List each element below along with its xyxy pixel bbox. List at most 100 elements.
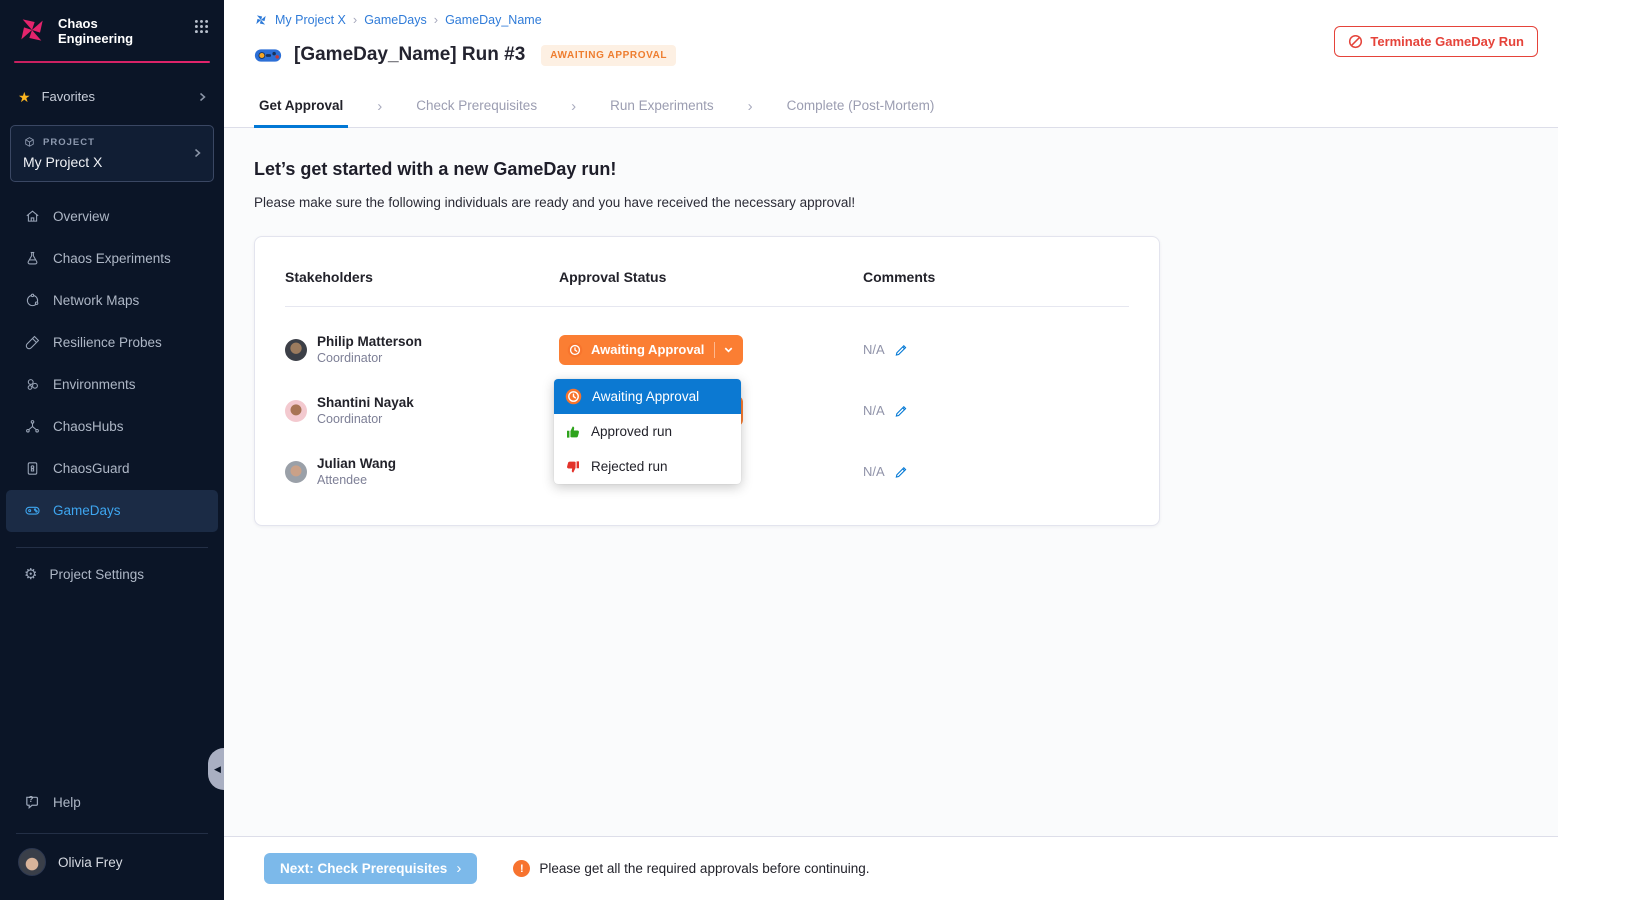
tab-separator-chevron: ›	[748, 85, 753, 127]
chevron-right-icon	[196, 91, 208, 103]
cube-icon	[23, 136, 36, 149]
warning-text: Please get all the required approvals be…	[539, 861, 869, 876]
sidebar-divider	[16, 547, 208, 548]
edit-comment-pencil-icon[interactable]	[894, 343, 908, 357]
nav-label: Overview	[53, 209, 109, 224]
sidebar-item-environments[interactable]: Environments	[6, 364, 218, 406]
nav-label: Chaos Experiments	[53, 251, 171, 266]
nav-label: ChaosHubs	[53, 419, 124, 434]
right-gutter	[1558, 0, 1642, 900]
page-content: Let’s get started with a new GameDay run…	[224, 128, 1558, 836]
brand-line1: Chaos	[58, 16, 133, 31]
main-column: My Project X › GameDays › GameDay_Name […	[224, 0, 1558, 900]
tab-label: Get Approval	[259, 98, 343, 113]
status-cell: Awaiting Approval	[559, 335, 863, 365]
tab-run-experiments[interactable]: Run Experiments	[605, 85, 719, 128]
chevron-right-icon: ›	[456, 860, 461, 877]
user-name: Olivia Frey	[58, 855, 123, 870]
help-chat-icon: ?	[24, 794, 41, 811]
tab-label: Complete (Post-Mortem)	[787, 98, 935, 113]
sidebar-item-overview[interactable]: Overview	[6, 196, 218, 238]
user-profile[interactable]: Olivia Frey	[0, 834, 224, 900]
nav-label: GameDays	[53, 503, 121, 518]
tab-label: Run Experiments	[610, 98, 714, 113]
sidebar-item-project-settings[interactable]: ⚙ Project Settings	[6, 554, 218, 596]
sidebar-item-help[interactable]: ? Help	[6, 781, 218, 823]
collapse-arrow-icon: ◀	[214, 765, 221, 774]
page-header: My Project X › GameDays › GameDay_Name […	[224, 0, 1558, 85]
network-map-icon	[24, 292, 41, 309]
breadcrumb-project[interactable]: My Project X	[275, 13, 346, 27]
nav-label: Network Maps	[53, 293, 139, 308]
breadcrumb-logo-icon	[254, 13, 268, 27]
module-switcher-grid-icon[interactable]	[193, 18, 210, 40]
question-mark-glyph: ?	[24, 794, 38, 805]
menu-item-label: Approved run	[591, 424, 672, 439]
column-approval-status: Approval Status	[559, 269, 863, 285]
awaiting-clock-icon	[565, 388, 582, 405]
breadcrumb-gamedays[interactable]: GameDays	[364, 13, 427, 27]
table-header-row: Stakeholders Approval Status Comments	[285, 269, 1129, 285]
sidebar-item-network-maps[interactable]: Network Maps	[6, 280, 218, 322]
menu-item-approved-run[interactable]: Approved run	[554, 414, 741, 449]
star-icon: ★	[18, 90, 31, 104]
sidebar-nav: Overview Chaos Experiments Network Maps …	[0, 196, 224, 532]
chevron-down-icon	[723, 344, 734, 355]
breadcrumb: My Project X › GameDays › GameDay_Name	[254, 12, 1558, 27]
comment-cell: N/A	[863, 342, 1129, 357]
stakeholder-name: Shantini Nayak	[317, 394, 414, 411]
environments-icon	[24, 376, 41, 393]
sidebar-header: Chaos Engineering	[0, 0, 224, 59]
approval-status-menu: Awaiting Approval Approved run	[554, 379, 741, 484]
column-comments: Comments	[863, 269, 1129, 285]
menu-item-awaiting-approval[interactable]: Awaiting Approval	[554, 379, 741, 414]
sidebar-item-chaoshubs[interactable]: ChaosHubs	[6, 406, 218, 448]
flask-icon	[24, 250, 41, 267]
breadcrumb-separator: ›	[434, 12, 438, 27]
probe-icon	[24, 334, 41, 351]
sidebar-item-gamedays[interactable]: GameDays	[6, 490, 218, 532]
comment-value: N/A	[863, 342, 885, 357]
sidebar-item-resilience-probes[interactable]: Resilience Probes	[6, 322, 218, 364]
sidebar-item-favorites[interactable]: ★ Favorites	[18, 85, 208, 109]
column-stakeholders: Stakeholders	[285, 269, 559, 285]
breadcrumb-gameday-name[interactable]: GameDay_Name	[445, 13, 542, 27]
edit-comment-pencil-icon[interactable]	[894, 404, 908, 418]
table-row: Philip Matterson Coordinator Awaiting Ap…	[285, 319, 1129, 380]
favorites-label: Favorites	[42, 89, 95, 104]
comment-value: N/A	[863, 403, 885, 418]
app-root: Chaos Engineering ★ Favorites	[0, 0, 1642, 900]
page-title: [GameDay_Name] Run #3	[294, 44, 525, 66]
status-label: Awaiting Approval	[591, 342, 706, 357]
stepper-tabs: Get Approval › Check Prerequisites › Run…	[224, 85, 1558, 128]
awaiting-clock-icon	[567, 342, 583, 358]
stakeholder-role: Coordinator	[317, 411, 414, 427]
project-selector[interactable]: PROJECT My Project X	[10, 125, 214, 182]
approval-status-dropdown-button[interactable]: Awaiting Approval	[559, 335, 743, 365]
tab-complete-post-mortem[interactable]: Complete (Post-Mortem)	[782, 85, 940, 128]
footer-bar: Next: Check Prerequisites › ! Please get…	[224, 836, 1558, 900]
button-divider	[714, 342, 715, 358]
next-label: Next: Check Prerequisites	[280, 861, 447, 876]
nav-label: ChaosGuard	[53, 461, 130, 476]
gamepad-icon	[24, 502, 41, 519]
sidebar-collapse-handle[interactable]: ◀	[208, 748, 224, 790]
edit-comment-pencil-icon[interactable]	[894, 465, 908, 479]
nav-label: Environments	[53, 377, 136, 392]
menu-item-rejected-run[interactable]: Rejected run	[554, 449, 741, 484]
tab-check-prerequisites[interactable]: Check Prerequisites	[411, 85, 542, 128]
sidebar-item-chaos-experiments[interactable]: Chaos Experiments	[6, 238, 218, 280]
main-area: My Project X › GameDays › GameDay_Name […	[224, 0, 1642, 900]
stakeholder-cell: Julian Wang Attendee	[285, 455, 559, 488]
table-divider	[285, 306, 1129, 307]
nav-label: Help	[53, 795, 81, 810]
avatar	[285, 339, 307, 361]
thumbs-up-icon	[565, 424, 581, 440]
terminate-gameday-run-button[interactable]: Terminate GameDay Run	[1334, 26, 1538, 57]
sidebar-item-chaosguard[interactable]: ChaosGuard	[6, 448, 218, 490]
tab-get-approval[interactable]: Get Approval	[254, 85, 348, 128]
brand-line2: Engineering	[58, 31, 133, 46]
project-name: My Project X	[23, 154, 201, 170]
next-check-prerequisites-button[interactable]: Next: Check Prerequisites ›	[264, 853, 477, 884]
sidebar-bottom: ? Help Olivia Frey	[0, 781, 224, 900]
